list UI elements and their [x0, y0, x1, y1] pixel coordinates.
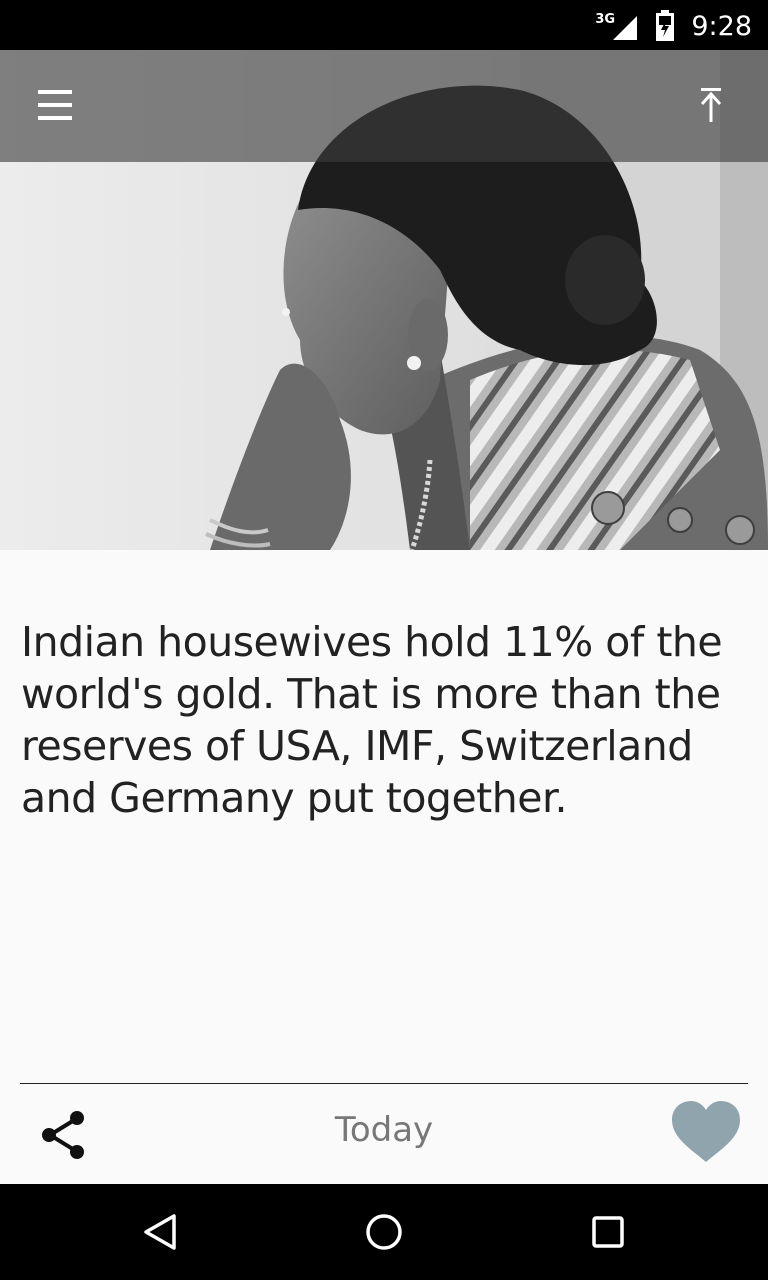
recents-square-icon: [592, 1216, 624, 1248]
home-circle-icon: [366, 1214, 402, 1250]
recents-button[interactable]: [584, 1208, 632, 1256]
heart-icon: [672, 1101, 740, 1162]
arrow-to-top-icon: [700, 88, 722, 122]
system-nav-bar: [0, 1184, 768, 1280]
card-divider: [20, 1083, 748, 1084]
network-type-label: 3G: [595, 12, 616, 27]
back-triangle-icon: [144, 1214, 176, 1250]
favorite-button[interactable]: [670, 1100, 742, 1166]
date-label: Today: [334, 1110, 434, 1150]
home-button[interactable]: [360, 1208, 408, 1256]
status-clock: 9:28: [691, 10, 752, 42]
scroll-to-top-button[interactable]: [682, 76, 742, 136]
battery-icon: [656, 10, 675, 41]
status-bar: 3G 9:28: [0, 0, 768, 50]
hamburger-menu-icon: [38, 90, 72, 120]
app-toolbar: [0, 50, 768, 162]
share-button[interactable]: [34, 1106, 94, 1166]
fact-card: Indian housewives hold 11% of the world'…: [0, 550, 768, 1184]
back-button[interactable]: [136, 1208, 184, 1256]
status-icons: 3G 9:28: [595, 8, 752, 44]
menu-button[interactable]: [26, 76, 86, 136]
cell-signal-icon: 3G: [595, 10, 641, 42]
fact-text: Indian housewives hold 11% of the world'…: [21, 618, 723, 822]
share-icon: [42, 1111, 84, 1159]
